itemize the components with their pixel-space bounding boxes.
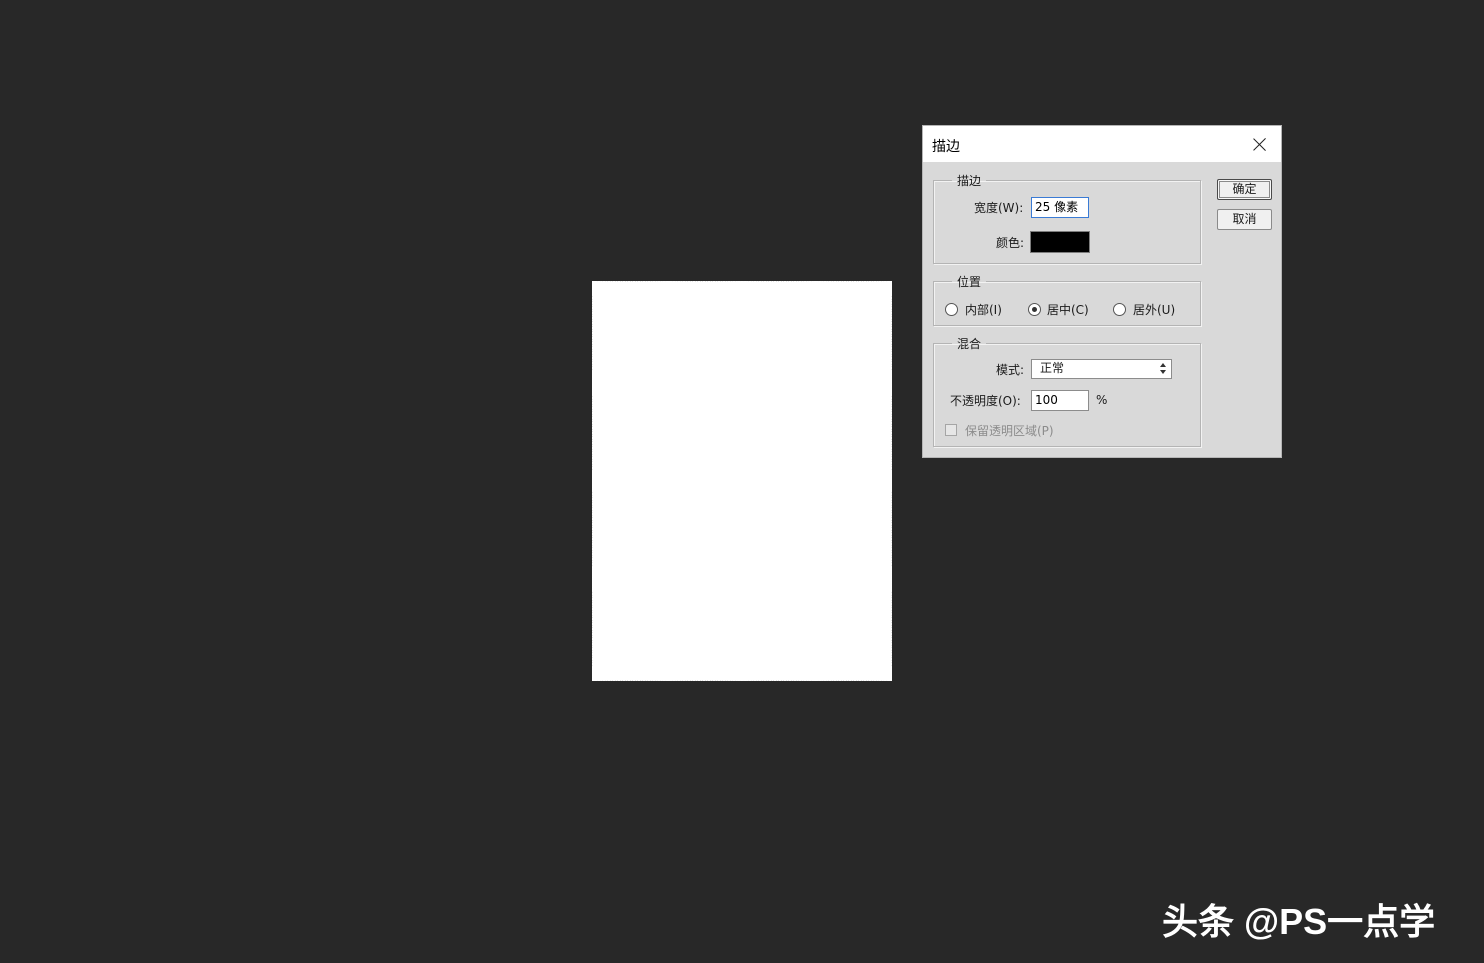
blend-mode-select[interactable]: 正常	[1031, 359, 1172, 379]
width-label: 宽度(W):	[974, 201, 1024, 215]
canvas-document[interactable]	[592, 281, 892, 681]
mode-label: 模式:	[996, 363, 1025, 377]
position-group-legend: 位置	[957, 275, 982, 289]
radio-center[interactable]	[1028, 303, 1041, 316]
radio-outside-label[interactable]: 居外(U)	[1133, 301, 1175, 318]
opacity-label: 不透明度(O):	[950, 394, 1021, 408]
position-group: 位置	[933, 273, 1201, 326]
color-label: 颜色:	[996, 236, 1025, 250]
select-arrows-icon	[1160, 363, 1167, 374]
blend-mode-value: 正常	[1040, 361, 1065, 375]
preserve-transparency-label: 保留透明区域(P)	[965, 424, 1054, 438]
color-swatch[interactable]	[1030, 231, 1090, 253]
stroke-group-legend: 描边	[957, 174, 982, 188]
dialog-titlebar[interactable]: 描边	[923, 126, 1281, 162]
width-input[interactable]: 25 像素	[1031, 197, 1089, 218]
preserve-transparency-checkbox[interactable]	[945, 424, 957, 436]
radio-outside[interactable]	[1113, 303, 1126, 316]
close-icon[interactable]	[1251, 135, 1269, 153]
radio-center-label[interactable]: 居中(C)	[1047, 301, 1089, 318]
ok-button[interactable]: 确定	[1217, 179, 1272, 200]
opacity-unit: %	[1096, 393, 1108, 407]
blend-group-legend: 混合	[957, 337, 982, 351]
radio-inside[interactable]	[945, 303, 958, 316]
radio-inside-label[interactable]: 内部(I)	[965, 301, 1002, 318]
cancel-button[interactable]: 取消	[1217, 209, 1272, 230]
watermark: 头条 @PS一点学	[1162, 901, 1436, 942]
dialog-title: 描边	[932, 139, 960, 155]
selection-marquee	[592, 281, 892, 681]
opacity-input[interactable]: 100	[1031, 390, 1089, 411]
stroke-dialog: 描边 描边 宽度(W): 25 像素 颜色: 位置 内部(I) 居中(C) 居外…	[922, 125, 1282, 458]
